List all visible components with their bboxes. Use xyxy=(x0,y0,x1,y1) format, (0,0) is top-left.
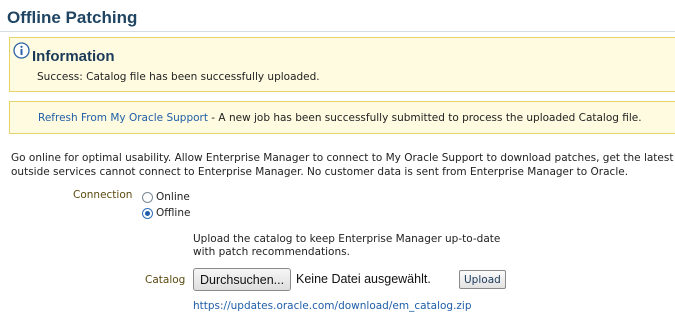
browse-file-button[interactable]: Durchsuchen... xyxy=(193,268,292,291)
offline-radio-button[interactable] xyxy=(142,207,153,219)
refresh-from-my-oracle-support-link[interactable]: Refresh From My Oracle Support xyxy=(38,112,208,124)
info-icon xyxy=(13,42,30,59)
description-line-2: outside services cannot connect to Enter… xyxy=(11,166,629,178)
description-line-1: Go online for optimal usability. Allow E… xyxy=(11,152,675,164)
offline-radio-label: Offline xyxy=(156,207,191,219)
page-title: Offline Patching xyxy=(7,8,138,27)
job-submitted-message: - A new job has been successfully submit… xyxy=(207,112,642,124)
offline-patching-page: Offline Patching Information Success: Ca… xyxy=(0,0,675,330)
connection-offline-radio[interactable]: Offline xyxy=(142,207,190,219)
upload-success-message: Success: Catalog file has been successfu… xyxy=(37,71,320,83)
online-radio-label: Online xyxy=(156,191,190,203)
information-message-box: Information Success: Catalog file has be… xyxy=(9,37,675,92)
upload-button[interactable]: Upload xyxy=(459,270,506,289)
connection-label: Connection xyxy=(73,189,133,201)
title-divider xyxy=(0,31,675,32)
connection-online-radio[interactable]: Online xyxy=(142,191,190,203)
job-message-line: Refresh From My Oracle Support - A new j… xyxy=(38,112,642,124)
selected-file-status: Keine Datei ausgewählt. xyxy=(296,272,431,286)
upload-help-text: Upload the catalog to keep Enterprise Ma… xyxy=(193,233,501,258)
connection-description: Go online for optimal usability. Allow E… xyxy=(11,151,675,179)
catalog-download-link[interactable]: https://updates.oracle.com/download/em_c… xyxy=(193,300,472,312)
information-heading: Information xyxy=(32,48,115,65)
online-radio-button[interactable] xyxy=(142,191,153,203)
job-submitted-message-box: Refresh From My Oracle Support - A new j… xyxy=(9,101,675,134)
catalog-label: Catalog xyxy=(145,274,186,286)
